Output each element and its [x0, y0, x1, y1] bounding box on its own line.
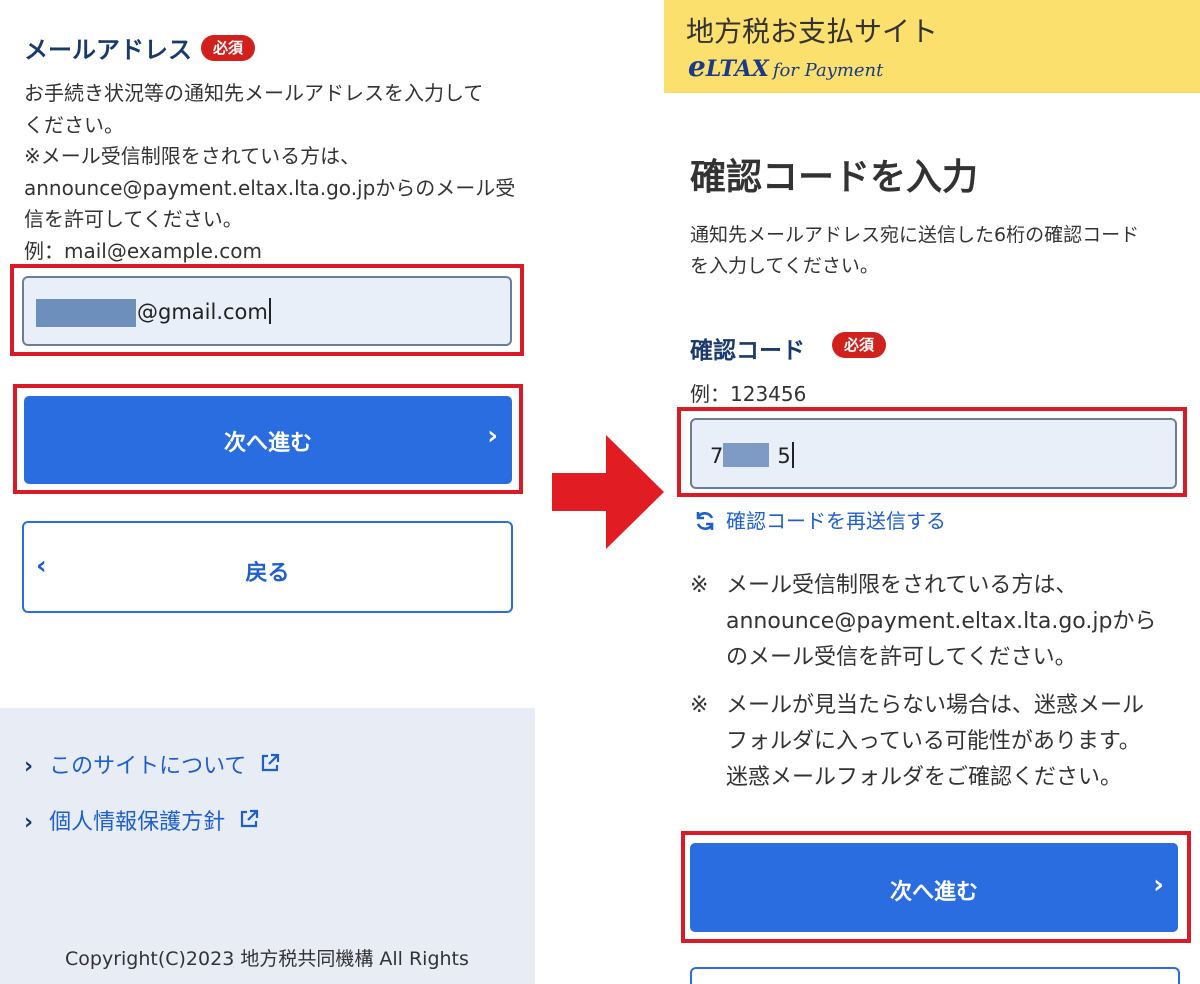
email-input-value: @gmail.com — [137, 298, 271, 324]
code-label: 確認コード — [690, 338, 805, 364]
email-input[interactable]: @gmail.com — [22, 276, 512, 346]
required-badge: 必須 — [201, 35, 256, 61]
resend-link-label: 確認コードを再送信する — [726, 509, 946, 533]
page-title: 確認コードを入力 — [690, 157, 979, 198]
chevron-right-icon: › — [1153, 870, 1164, 900]
next-button-label: 次へ進む — [223, 431, 312, 456]
description-line: お手続き状況等の通知先メールアドレスを入力して — [24, 81, 484, 105]
redaction-mask — [36, 299, 136, 327]
chevron-right-icon: › — [24, 754, 34, 779]
code-input-value: 75 — [710, 442, 794, 468]
external-link-icon — [260, 753, 280, 778]
note-line: フォルダに入っている可能性があります。 — [726, 729, 1141, 754]
email-label: メールアドレス — [24, 36, 192, 64]
note-line: のメール受信を許可してください。 — [726, 645, 1077, 670]
footer-link-label: 個人情報保護方針 — [49, 810, 226, 835]
next-button[interactable]: 次へ進む › — [690, 843, 1178, 932]
site-header: 地方税お支払サイト eLTAX for Payment — [664, 0, 1200, 93]
back-button-label: 戻る — [245, 561, 290, 586]
note-mark: ※ — [690, 573, 709, 598]
note-line: 迷惑メールフォルダをご確認ください。 — [726, 765, 1123, 790]
footer-link-label: このサイトについて — [49, 754, 247, 779]
description-line: ※メール受信制限をされている方は、 — [24, 144, 361, 168]
note-line: メールが見当たらない場合は、迷惑メール — [726, 693, 1145, 718]
code-example: 例：123456 — [690, 382, 807, 406]
description-line: ください。 — [24, 112, 124, 137]
note-line: announce@payment.eltax.lta.go.jpから — [726, 609, 1157, 634]
note-line: メール受信制限をされている方は、 — [726, 573, 1078, 598]
chevron-right-icon: › — [487, 421, 498, 451]
text-caret — [268, 298, 271, 324]
text-caret — [791, 442, 794, 468]
copyright-text: Copyright(C)2023 地方税共同機構 All Rights — [65, 948, 469, 970]
footer: › このサイトについて › 個人情報保護方針 Copyright(C)2023 地方… — [0, 708, 535, 984]
footer-link-privacy[interactable]: › 個人情報保護方針 — [24, 804, 259, 836]
site-title: 地方税お支払サイト — [686, 15, 939, 48]
chevron-right-icon: › — [24, 810, 34, 835]
page-description: 通知先メールアドレス宛に送信した6桁の確認コード を入力してください。 — [690, 220, 1180, 282]
secondary-button[interactable] — [690, 967, 1180, 984]
back-button[interactable]: ‹ 戻る — [22, 521, 513, 613]
required-badge: 必須 — [832, 332, 887, 358]
resend-code-link[interactable]: 確認コードを再送信する — [694, 505, 946, 534]
description-line: announce@payment.eltax.lta.go.jpからのメール受 — [24, 175, 516, 200]
email-description: お手続き状況等の通知先メールアドレスを入力して ください。 ※メール受信制限をさ… — [24, 78, 516, 267]
note-mark: ※ — [690, 693, 709, 718]
next-button-label: 次へ進む — [889, 880, 978, 905]
footer-link-about[interactable]: › このサイトについて — [24, 748, 280, 780]
external-link-icon — [239, 809, 259, 834]
refresh-icon — [694, 509, 716, 534]
note-spam-folder: ※ メールが見当たらない場合は、迷惑メール フォルダに入っている可能性があります… — [690, 688, 1190, 796]
eltax-logo: eLTAX for Payment — [688, 50, 884, 83]
email-example: 例：mail@example.com — [24, 238, 263, 263]
confirmation-code-input[interactable]: 75 — [690, 418, 1177, 489]
arrow-right-icon — [552, 435, 664, 549]
description-line: 通知先メールアドレス宛に送信した6桁の確認コード — [690, 224, 1140, 246]
note-mail-restriction: ※ メール受信制限をされている方は、 announce@payment.elta… — [690, 568, 1190, 676]
next-button[interactable]: 次へ進む › — [24, 396, 512, 484]
description-line: 信を許可してください。 — [24, 207, 243, 231]
description-line: を入力してください。 — [690, 255, 879, 277]
